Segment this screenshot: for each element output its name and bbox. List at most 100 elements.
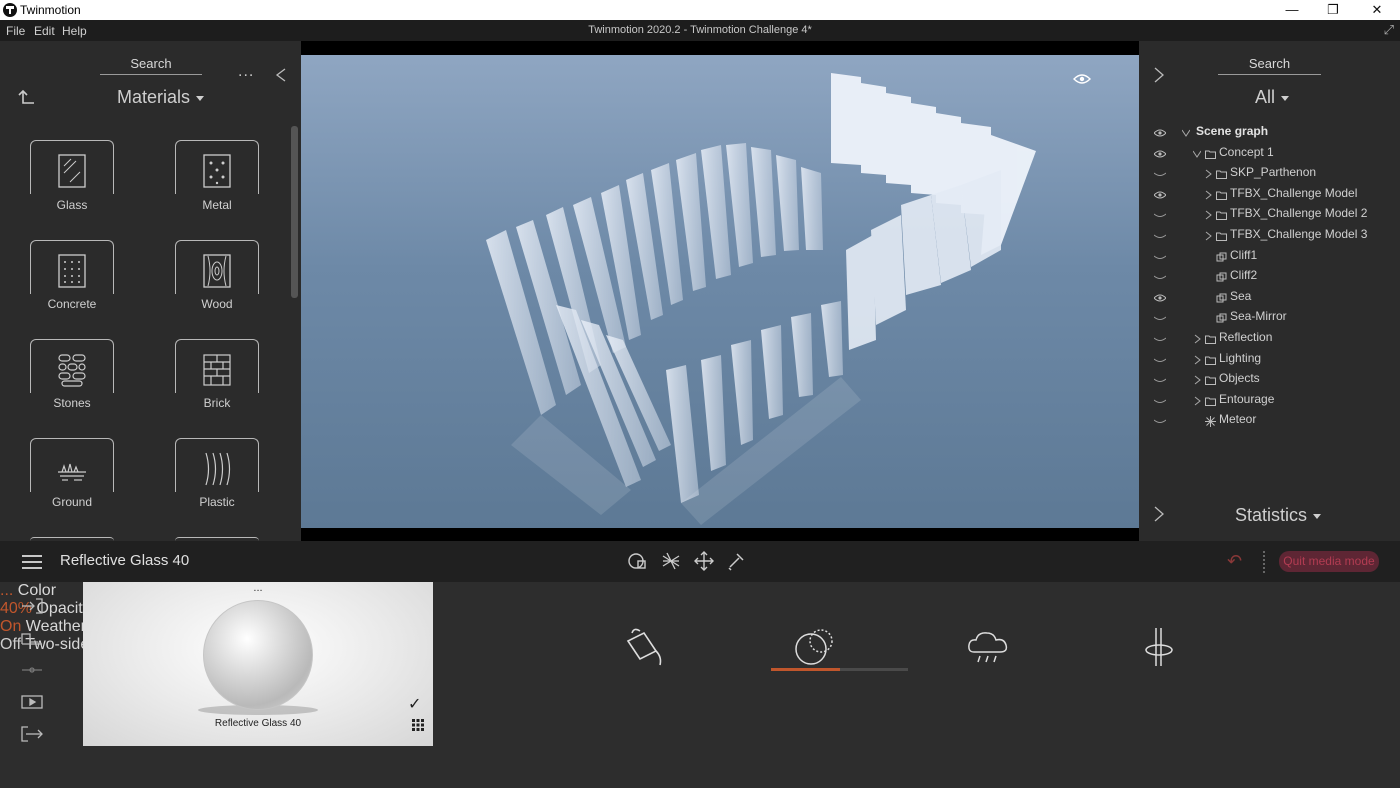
folder-label-brick: Brick: [203, 396, 231, 410]
filter-dropdown[interactable]: All: [1255, 87, 1290, 108]
hidden-eye-icon[interactable]: [1154, 211, 1166, 219]
curve-icon[interactable]: [20, 630, 44, 646]
undo-button[interactable]: ↶: [1227, 551, 1242, 572]
close-button[interactable]: ✕: [1355, 0, 1399, 20]
tree-row[interactable]: Cliff1: [1140, 248, 1400, 268]
folder-stones[interactable]: [30, 339, 114, 393]
hidden-eye-icon[interactable]: [1154, 232, 1166, 240]
statistics-dropdown[interactable]: Statistics: [1235, 505, 1322, 526]
chevron-right-icon[interactable]: [1193, 396, 1201, 406]
slider-icon[interactable]: [20, 662, 44, 678]
grid-view-icon[interactable]: [412, 719, 424, 731]
folder-plastic[interactable]: [175, 438, 259, 492]
hidden-eye-icon[interactable]: [1154, 335, 1166, 343]
folder-label-concrete: Concrete: [47, 297, 97, 311]
hamburger-menu-icon[interactable]: [22, 555, 42, 569]
visible-eye-icon[interactable]: [1154, 294, 1166, 302]
grid-tool-icon[interactable]: [660, 550, 682, 572]
tree-row[interactable]: Entourage: [1140, 392, 1400, 412]
hidden-eye-icon[interactable]: [1154, 376, 1166, 384]
folder-label-plastic: Plastic: [199, 495, 235, 509]
collapse-right-icon[interactable]: [1153, 67, 1165, 83]
back-icon[interactable]: [18, 89, 36, 107]
opacity-slider-fill: [771, 668, 840, 671]
tree-row[interactable]: Sea-Mirror: [1140, 309, 1400, 329]
hidden-eye-icon[interactable]: [1154, 356, 1166, 364]
folder-wood[interactable]: [175, 240, 259, 294]
hidden-eye-icon[interactable]: [1154, 397, 1166, 405]
hidden-eye-icon[interactable]: [1154, 417, 1166, 425]
scene-render[interactable]: [301, 55, 1139, 528]
tree-row[interactable]: SKP_Parthenon: [1140, 165, 1400, 185]
hidden-eye-icon[interactable]: [1154, 170, 1166, 178]
folder-brick[interactable]: [175, 339, 259, 393]
expand-icon[interactable]: ⤢: [1384, 22, 1394, 38]
collapse-left-icon[interactable]: [275, 68, 287, 82]
3d-viewport[interactable]: [301, 41, 1139, 541]
menu-help[interactable]: Help: [62, 24, 87, 38]
preview-options[interactable]: ...: [83, 582, 433, 594]
media-icon[interactable]: [20, 694, 44, 710]
import-icon[interactable]: [20, 598, 44, 614]
library-search-input[interactable]: Search: [100, 56, 202, 71]
tree-item-label: Scene graph: [1196, 124, 1269, 138]
tree-row[interactable]: Meteor: [1140, 412, 1400, 432]
quit-media-mode-button[interactable]: Quit media mode: [1279, 551, 1379, 572]
library-more-button[interactable]: ...: [238, 63, 254, 81]
tree-row[interactable]: Lighting: [1140, 351, 1400, 371]
opacity-slider[interactable]: [771, 668, 908, 671]
light-icon: [1205, 416, 1216, 428]
tree-item-label: Sea: [1230, 288, 1252, 303]
chevron-right-icon[interactable]: [1204, 210, 1212, 220]
tree-row[interactable]: TFBX_Challenge Model 3: [1140, 227, 1400, 247]
visibility-eye-icon[interactable]: [1073, 73, 1091, 85]
menu-edit[interactable]: Edit: [34, 24, 55, 38]
maximize-button[interactable]: ❐: [1311, 0, 1355, 20]
library-scrollbar[interactable]: [291, 126, 298, 298]
folder-ground[interactable]: [30, 438, 114, 492]
tree-row[interactable]: Concept 1: [1140, 145, 1400, 165]
tree-row[interactable]: Sea: [1140, 289, 1400, 309]
tree-row[interactable]: Scene graph: [1140, 124, 1400, 144]
move-tool-icon[interactable]: [693, 550, 715, 572]
chevron-right-icon[interactable]: [1204, 231, 1212, 241]
paint-bucket-icon: [626, 628, 662, 666]
category-dropdown[interactable]: Materials: [117, 87, 205, 108]
weather-cloud-icon: [968, 632, 1008, 663]
menu-bar: Twinmotion 2020.2 - Twinmotion Challenge…: [0, 20, 1400, 41]
preview-title: Reflective Glass 40: [214, 718, 302, 729]
select-shape-tool-icon[interactable]: [627, 550, 649, 572]
visible-eye-icon[interactable]: [1154, 150, 1166, 158]
chevron-down-icon: [1313, 513, 1322, 519]
minimize-button[interactable]: —: [1270, 0, 1314, 20]
chevron-right-icon[interactable]: [1193, 334, 1201, 344]
tree-row[interactable]: TFBX_Challenge Model: [1140, 186, 1400, 206]
chevron-right-icon[interactable]: [1193, 375, 1201, 385]
chevron-right-icon[interactable]: [1204, 190, 1212, 200]
apply-check-icon[interactable]: ✓: [408, 694, 421, 714]
tree-row[interactable]: TFBX_Challenge Model 2: [1140, 206, 1400, 226]
visible-eye-icon[interactable]: [1154, 191, 1166, 199]
weather-value: On: [0, 618, 22, 635]
chevron-right-icon[interactable]: [1204, 169, 1212, 179]
scene-search-input[interactable]: Search: [1218, 56, 1321, 71]
folder-glass[interactable]: [30, 140, 114, 194]
tree-row[interactable]: Reflection: [1140, 330, 1400, 350]
tree-row[interactable]: Cliff2: [1140, 268, 1400, 288]
folder-concrete[interactable]: [30, 240, 114, 294]
tree-row[interactable]: Objects: [1140, 371, 1400, 391]
export-icon[interactable]: [20, 726, 44, 742]
chevron-down-icon[interactable]: [1182, 128, 1190, 138]
hidden-eye-icon[interactable]: [1154, 314, 1166, 322]
chevron-right-icon[interactable]: [1193, 355, 1201, 365]
hidden-eye-icon[interactable]: [1154, 253, 1166, 261]
folder-icon: [1205, 376, 1216, 386]
menu-file[interactable]: File: [6, 24, 25, 38]
eyedropper-icon[interactable]: [725, 550, 747, 572]
visible-eye-icon[interactable]: [1154, 129, 1166, 137]
folder-metal[interactable]: [175, 140, 259, 194]
chevron-down-icon[interactable]: [1193, 149, 1201, 159]
hidden-eye-icon[interactable]: [1154, 273, 1166, 281]
statistics-expand-icon[interactable]: [1153, 506, 1165, 522]
material-preview[interactable]: ... Reflective Glass 40 ✓: [83, 582, 433, 746]
